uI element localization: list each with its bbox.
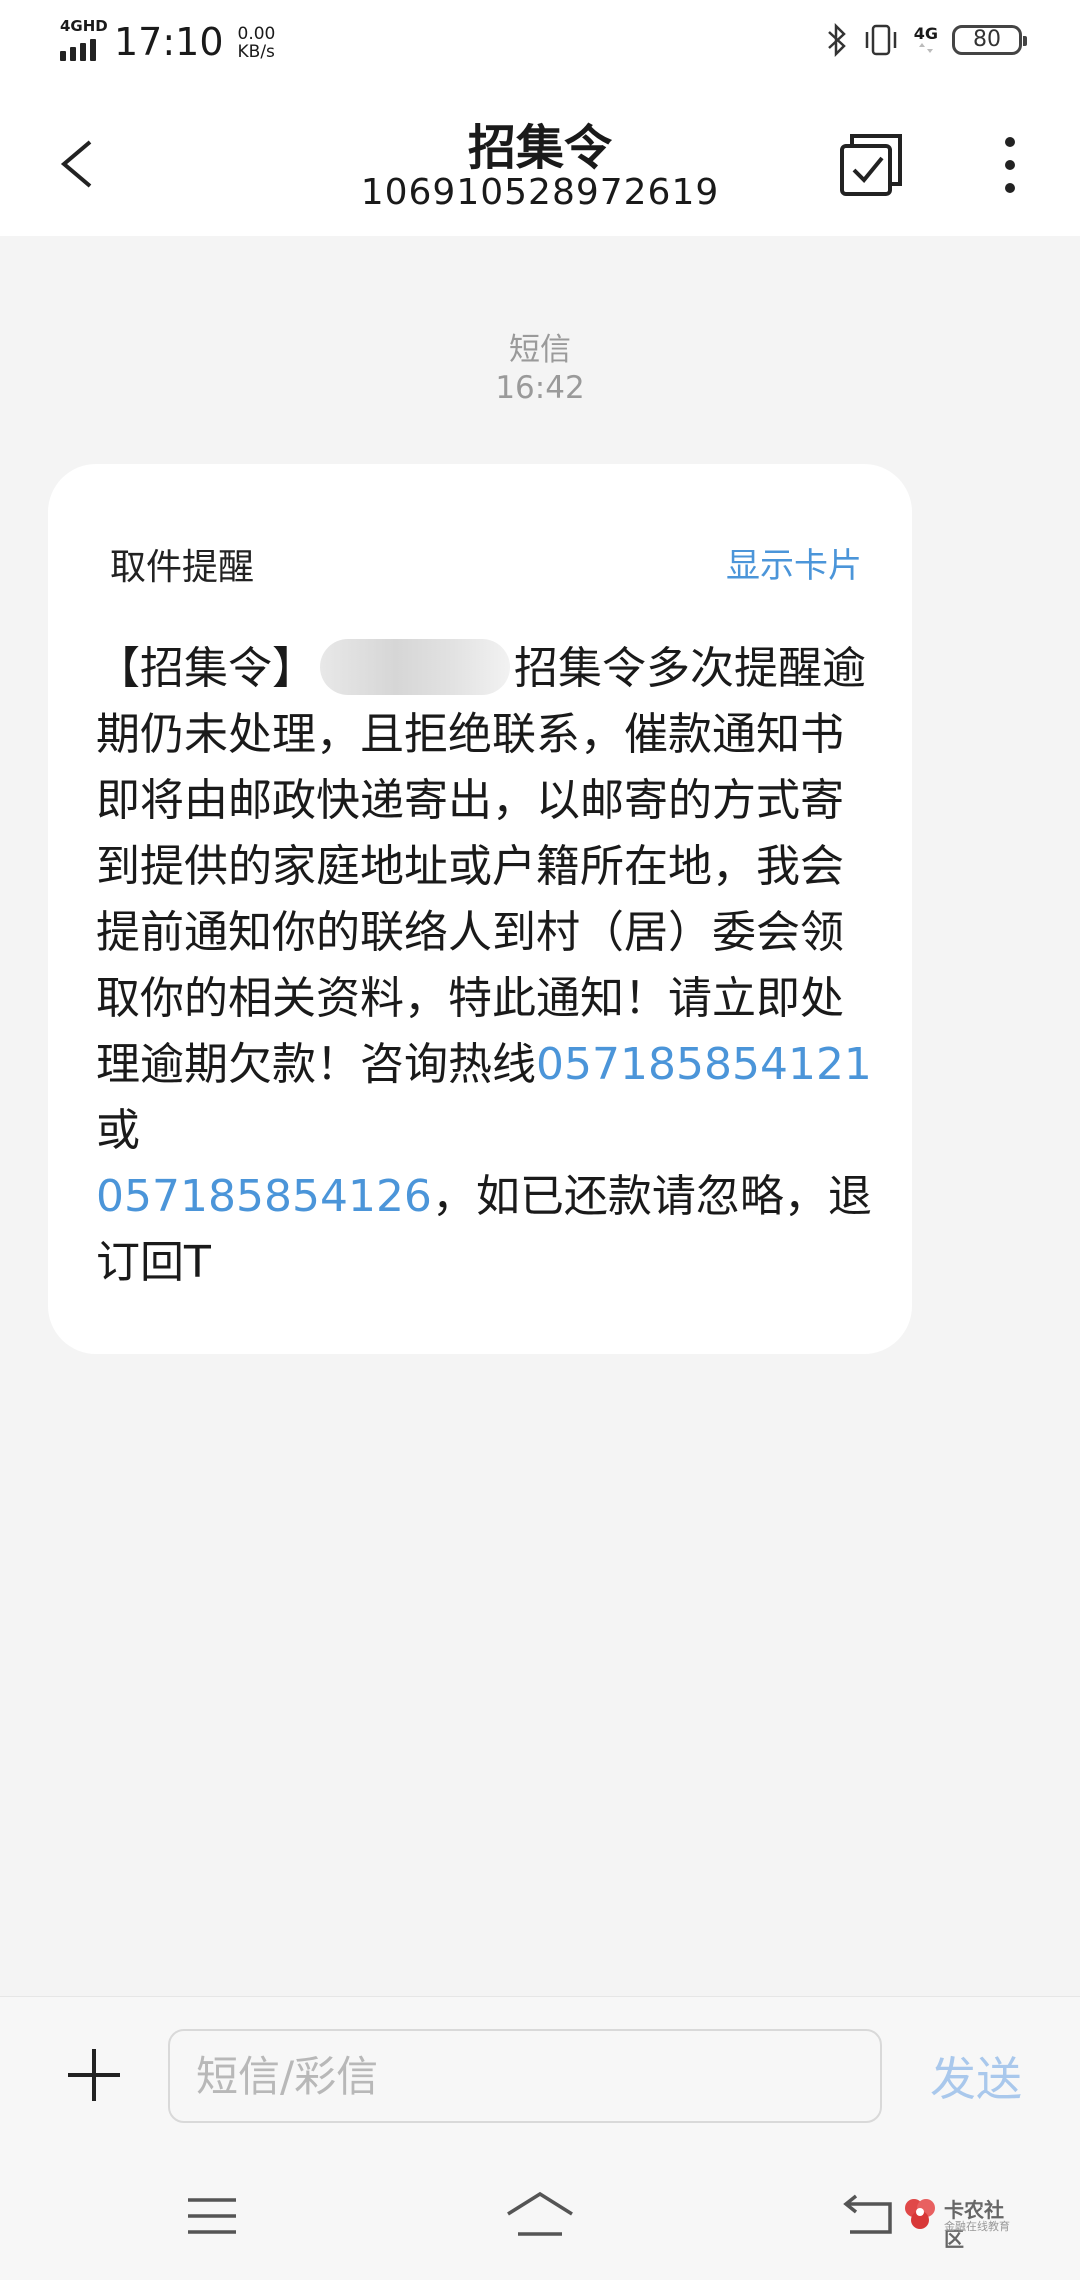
signal-icon — [60, 39, 96, 61]
phone-link-1[interactable]: 057185854121 — [536, 1039, 872, 1090]
speed-value: 0.00 — [237, 24, 276, 44]
network-type: 4GHD — [60, 17, 108, 35]
network-type-right: 4G — [913, 24, 938, 43]
watermark-logo-icon — [905, 2199, 935, 2229]
message-type-label: 短信 — [509, 332, 571, 368]
phone-link-2[interactable]: 057185854126 — [96, 1171, 432, 1222]
status-time: 17:10 — [114, 20, 224, 64]
multi-select-button[interactable] — [838, 132, 904, 198]
nav-home-button[interactable] — [504, 2190, 576, 2244]
speed-unit: KB/s — [237, 42, 275, 62]
home-icon — [507, 2191, 573, 2236]
message-connector: 或 — [96, 1105, 140, 1156]
watermark-subtitle: 金融在线教育 — [944, 2220, 1010, 2233]
compose-bar: 发送 — [0, 1996, 1080, 2146]
more-button[interactable] — [990, 132, 1030, 198]
plus-icon — [68, 2049, 120, 2101]
menu-icon — [188, 2198, 236, 2234]
status-right: 4G 80 — [826, 22, 1027, 58]
message-input[interactable] — [168, 2029, 882, 2123]
conversation-title: 招集令 — [467, 120, 612, 176]
more-vertical-icon — [1005, 137, 1015, 193]
message-prefix: 【招集令】 — [96, 643, 316, 694]
return-icon — [843, 2194, 892, 2234]
watermark: 卡农社区 金融在线教育 — [900, 2194, 1020, 2251]
attach-button[interactable] — [66, 2047, 122, 2107]
show-card-link[interactable]: 显示卡片 — [726, 538, 862, 587]
system-nav-bar: 卡农社区 金融在线教育 — [0, 2146, 1080, 2280]
multi-select-icon — [840, 134, 902, 196]
message-main: 招集令多次提醒逾期仍未处理，且拒绝联系，催款通知书即将由邮政快递寄出，以邮寄的方… — [96, 643, 866, 1090]
redacted-area — [320, 639, 510, 695]
message-timestamp: 16:42 — [495, 370, 585, 406]
status-bar: 4GHD 17:10 0.00 KB/s 4G 80 — [0, 0, 1080, 84]
status-left: 4GHD 17:10 0.00 KB/s — [60, 16, 275, 64]
mobile-data-indicator: 4G — [914, 26, 938, 54]
battery-indicator: 80 — [952, 25, 1027, 55]
vibrate-icon — [865, 24, 896, 56]
sender-number: 106910528972619 — [360, 172, 720, 213]
card-title: 取件提醒 — [110, 547, 255, 588]
bluetooth-icon — [827, 22, 846, 58]
conversation-header: 招集令 106910528972619 — [0, 84, 1080, 236]
message-bubble[interactable]: 取件提醒 显示卡片 【招集令】 招集令多次提醒逾期仍未处理，且拒绝联系，催款通知书… — [48, 464, 912, 1354]
message-list[interactable]: 短信 16:42 取件提醒 显示卡片 【招集令】 招集令多次提醒逾期仍未处理，且拒… — [0, 236, 1080, 1996]
nav-back-button[interactable] — [842, 2192, 894, 2240]
send-button[interactable]: 发送 — [930, 2043, 1022, 2109]
nav-menu-button[interactable] — [186, 2194, 238, 2242]
network-speed: 0.00 KB/s — [238, 25, 276, 61]
data-arrows-icon — [918, 43, 933, 53]
message-text[interactable]: 【招集令】 招集令多次提醒逾期仍未处理，且拒绝联系，催款通知书即将由邮政快递寄出，… — [96, 636, 886, 1296]
